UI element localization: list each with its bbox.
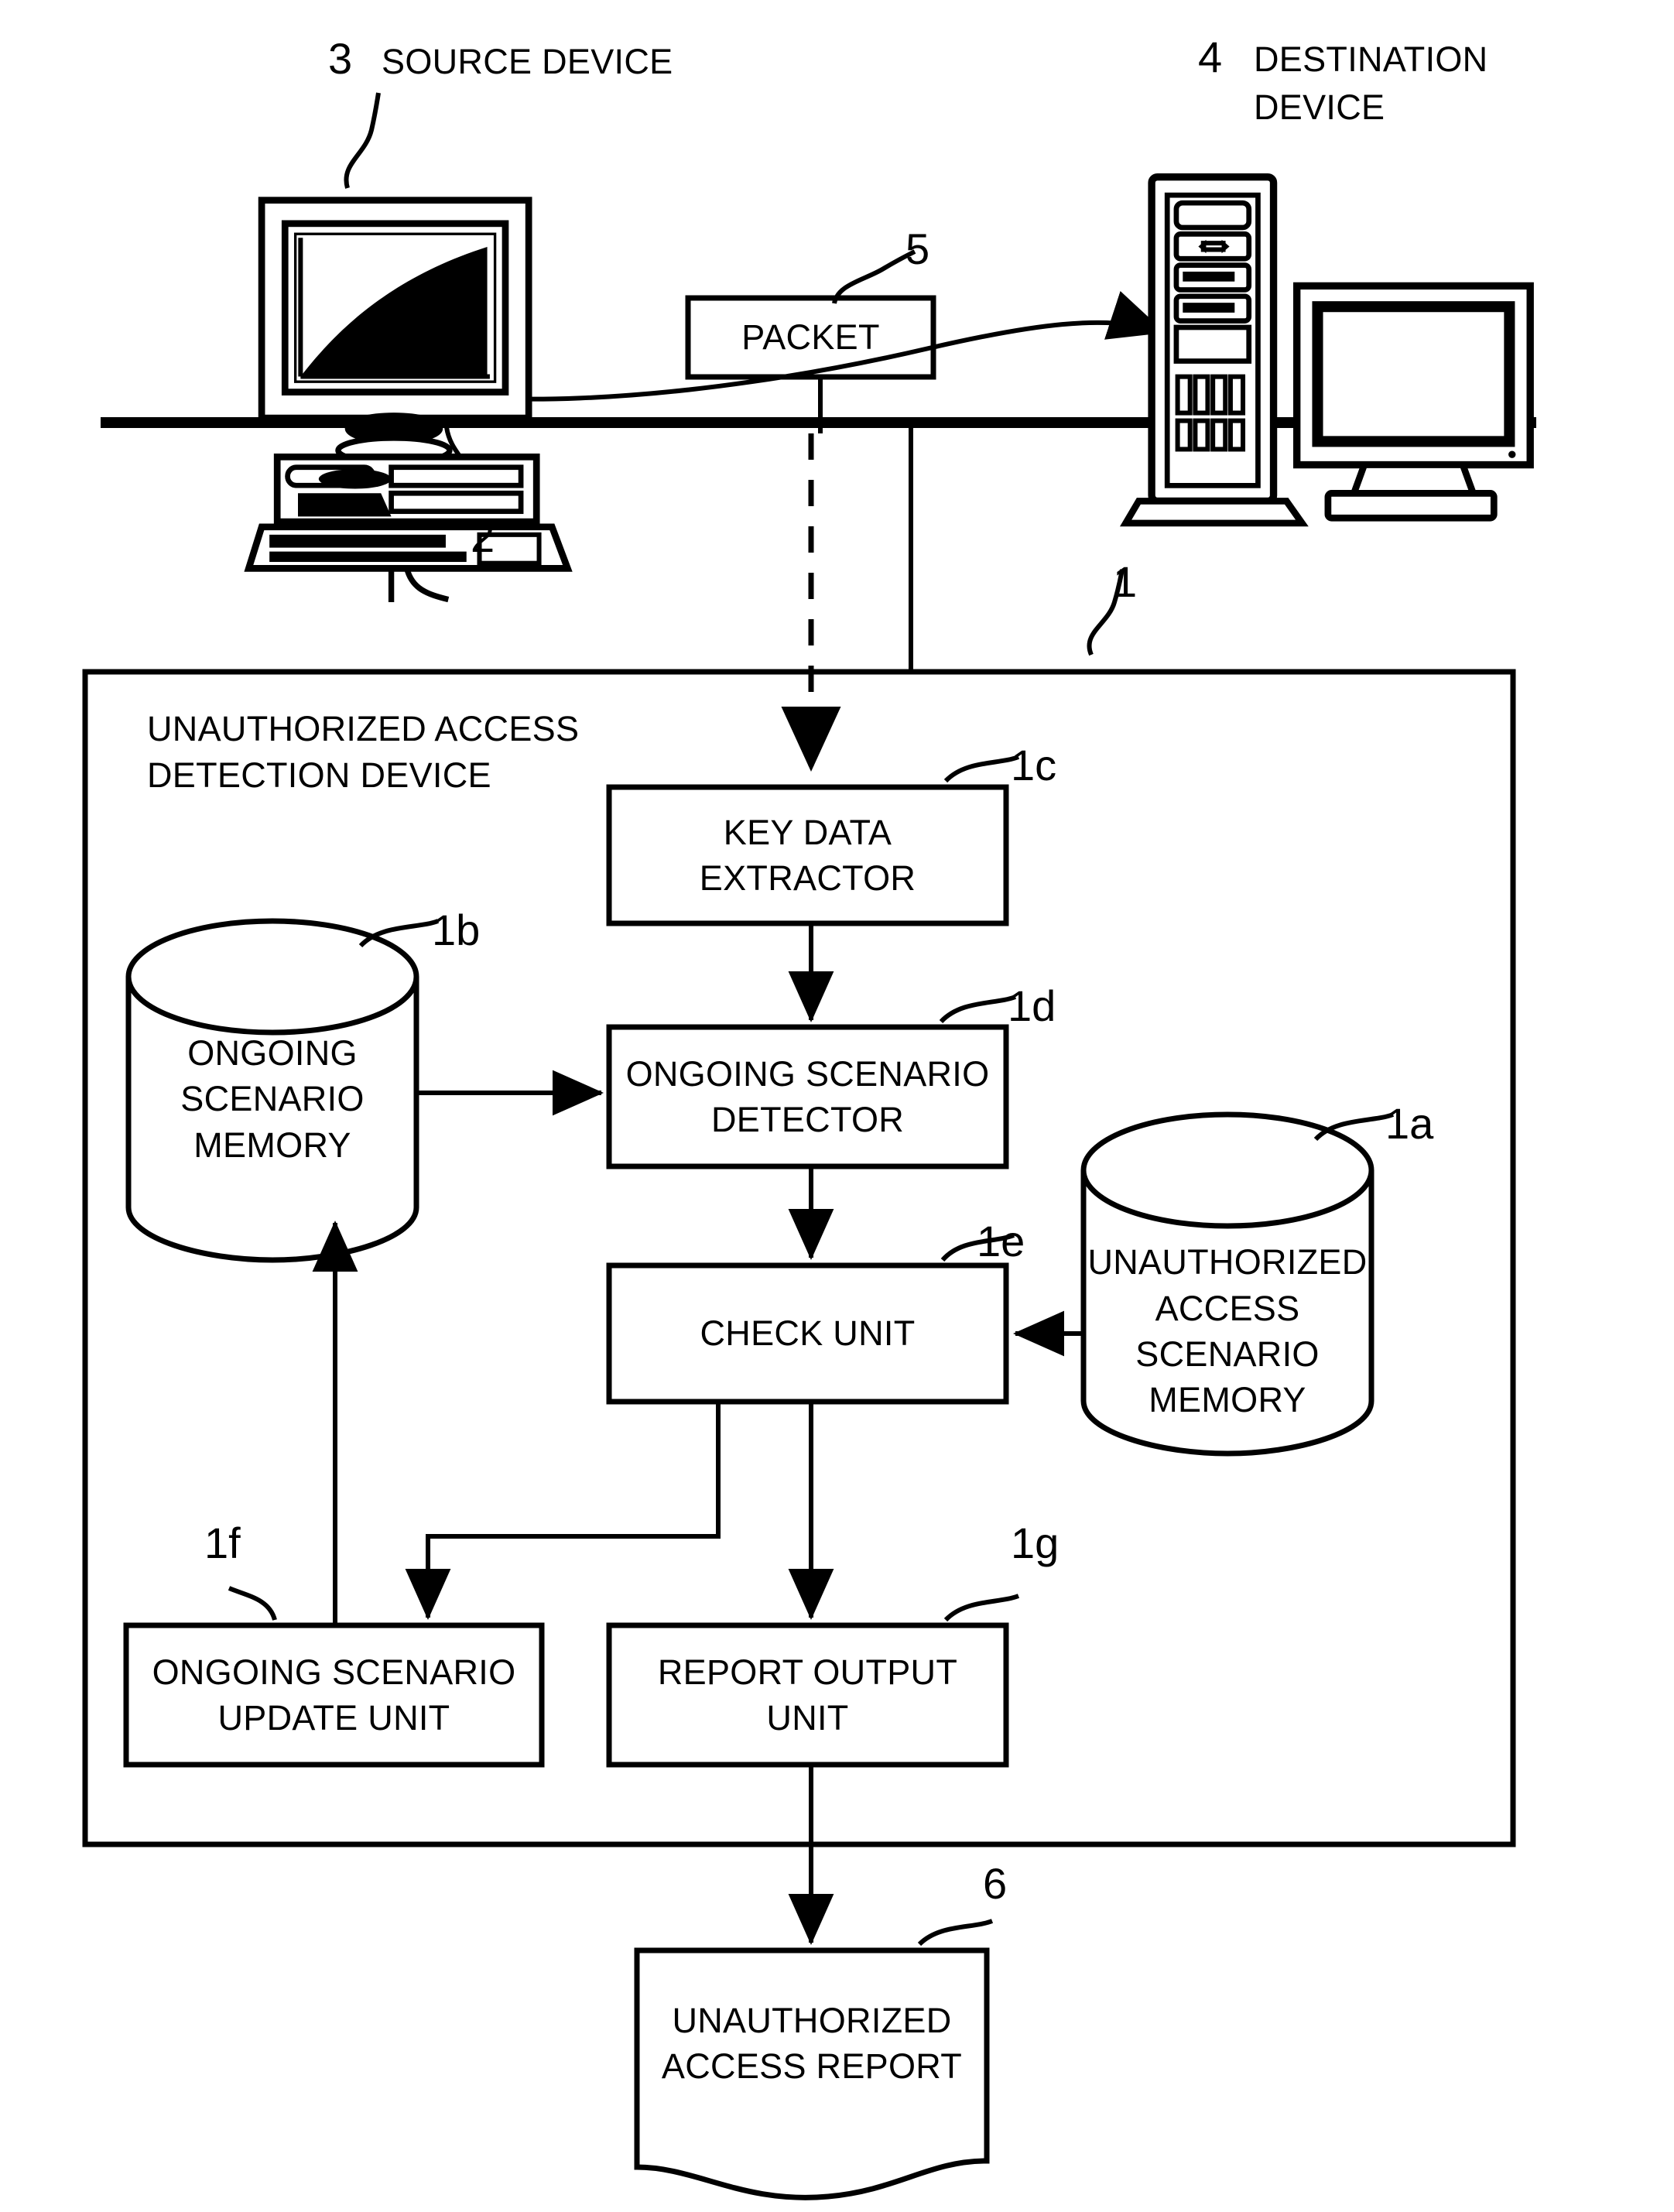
ref-1e: 1e (977, 1217, 1025, 1265)
ref-5: 5 (905, 224, 930, 273)
report-output-unit-box (606, 1622, 1009, 1768)
leader-1b (358, 919, 440, 948)
source-device-icon (244, 197, 573, 603)
container-title-line2: DETECTION DEVICE (147, 755, 491, 795)
source-device-caption: SOURCE DEVICE (382, 42, 673, 81)
update-unit-box (123, 1622, 545, 1768)
report-document-shape (634, 1947, 990, 2200)
leader-3 (344, 92, 381, 189)
leader-1a (1313, 1112, 1395, 1142)
leader-1c (943, 755, 1020, 783)
arrow-check-to-update-unit (405, 1402, 721, 1620)
ref-2: 2 (471, 512, 495, 561)
ref-1b: 1b (432, 906, 481, 954)
ongoing-scenario-detector-box (606, 1024, 1009, 1169)
destination-device-caption-line2: DEVICE (1254, 87, 1385, 127)
leader-1d (939, 995, 1017, 1024)
ref-1c: 1c (1011, 741, 1057, 789)
figure-canvas: PACKET 3 SOURCE DEVICE 4 DESTINATION DEV… (0, 0, 1674, 2212)
ref-3: 3 (328, 34, 353, 83)
leader-6 (917, 1919, 994, 1947)
container-title-line1: UNAUTHORIZED ACCESS (147, 709, 580, 748)
ref-1f: 1f (204, 1519, 241, 1567)
ref-1d: 1d (1008, 981, 1056, 1030)
destination-device-icon (1119, 173, 1534, 527)
packet-box (685, 295, 936, 380)
check-unit-box (606, 1262, 1009, 1405)
leader-1g (943, 1594, 1020, 1622)
destination-device-caption-line1: DESTINATION (1254, 39, 1488, 79)
key-data-extractor-box (606, 784, 1009, 926)
ref-6: 6 (983, 1859, 1008, 1908)
ref-4: 4 (1198, 33, 1223, 81)
ref-1g: 1g (1011, 1519, 1060, 1567)
ref-1: 1 (1113, 557, 1138, 606)
ref-1a: 1a (1385, 1099, 1434, 1148)
leader-1f (228, 1586, 277, 1621)
